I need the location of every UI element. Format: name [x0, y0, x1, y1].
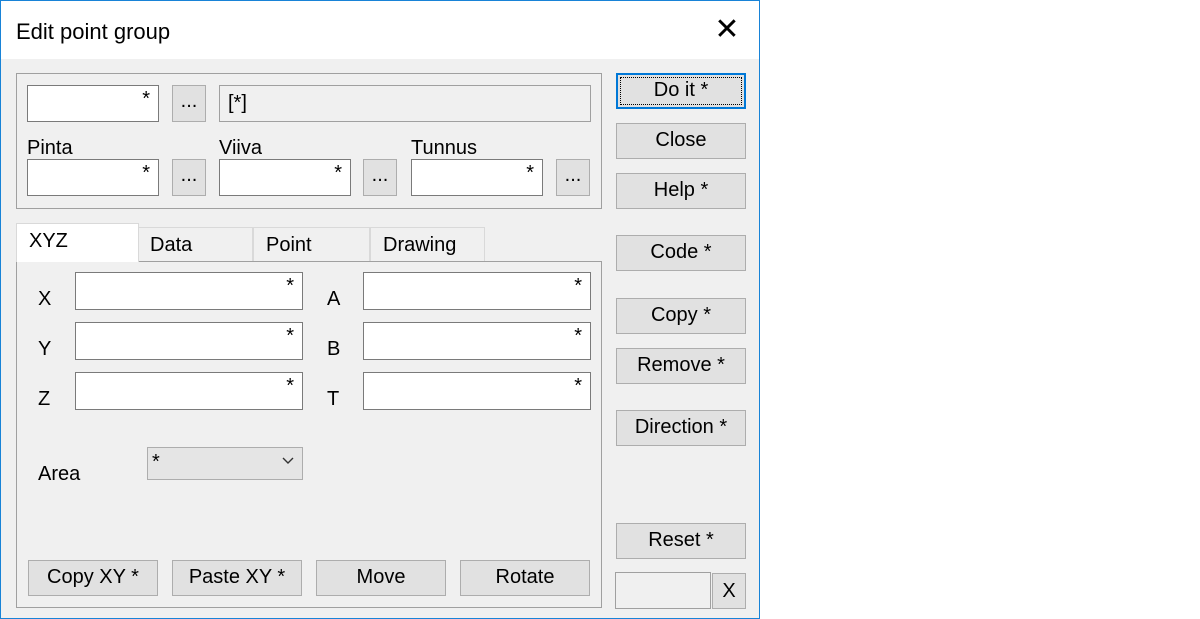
x-field[interactable]: *: [75, 272, 303, 310]
close-icon[interactable]: ✕: [709, 13, 745, 49]
tab-xyz[interactable]: XYZ: [16, 223, 139, 262]
xyz-panel: [16, 261, 602, 608]
b-label: B: [327, 338, 341, 360]
z-label: Z: [38, 388, 51, 410]
rotate-button[interactable]: Rotate: [460, 560, 590, 596]
code-button[interactable]: Code *: [616, 235, 746, 271]
chevron-down-icon: [282, 457, 294, 464]
tab-drawing[interactable]: Drawing: [370, 227, 485, 261]
tab-data[interactable]: Data: [137, 227, 253, 261]
tunnus-browse-button[interactable]: ...: [556, 159, 590, 196]
viiva-browse-button[interactable]: ...: [363, 159, 397, 196]
area-label: Area: [38, 463, 81, 485]
a-label: A: [327, 288, 341, 310]
tab-point[interactable]: Point: [253, 227, 370, 261]
clear-x-button[interactable]: X: [712, 573, 746, 609]
tunnus-label: Tunnus: [411, 137, 477, 159]
tunnus-field[interactable]: *: [411, 159, 543, 196]
close-button[interactable]: Close: [616, 123, 746, 159]
remove-button[interactable]: Remove *: [616, 348, 746, 384]
paste-xy-button[interactable]: Paste XY *: [172, 560, 302, 596]
pinta-label: Pinta: [27, 137, 73, 159]
t-label: T: [327, 388, 340, 410]
t-field[interactable]: *: [363, 372, 591, 410]
pinta-browse-button[interactable]: ...: [172, 159, 206, 196]
x-label: X: [38, 288, 52, 310]
area-select[interactable]: *: [147, 447, 303, 480]
title-bar: Edit point group ✕: [1, 1, 759, 59]
viiva-field[interactable]: *: [219, 159, 351, 196]
z-field[interactable]: *: [75, 372, 303, 410]
copy-xy-button[interactable]: Copy XY *: [28, 560, 158, 596]
y-label: Y: [38, 338, 52, 360]
copy-button[interactable]: Copy *: [616, 298, 746, 334]
do-it-button[interactable]: Do it *: [616, 73, 746, 109]
focus-ring: [620, 77, 742, 105]
reset-button[interactable]: Reset *: [616, 523, 746, 559]
move-button[interactable]: Move: [316, 560, 446, 596]
y-field[interactable]: *: [75, 322, 303, 360]
direction-button[interactable]: Direction *: [616, 410, 746, 446]
viiva-label: Viiva: [219, 137, 262, 159]
pinta-field[interactable]: *: [27, 159, 159, 196]
main-field[interactable]: *: [27, 85, 159, 122]
b-field[interactable]: *: [363, 322, 591, 360]
readonly-field: [*]: [219, 85, 591, 122]
a-field[interactable]: *: [363, 272, 591, 310]
main-browse-button[interactable]: ...: [172, 85, 206, 122]
edit-point-group-dialog: Edit point group ✕ * ... [*] Pinta * ...…: [0, 0, 760, 619]
help-button[interactable]: Help *: [616, 173, 746, 209]
bottom-field[interactable]: [615, 572, 711, 609]
window-title: Edit point group: [16, 19, 171, 44]
